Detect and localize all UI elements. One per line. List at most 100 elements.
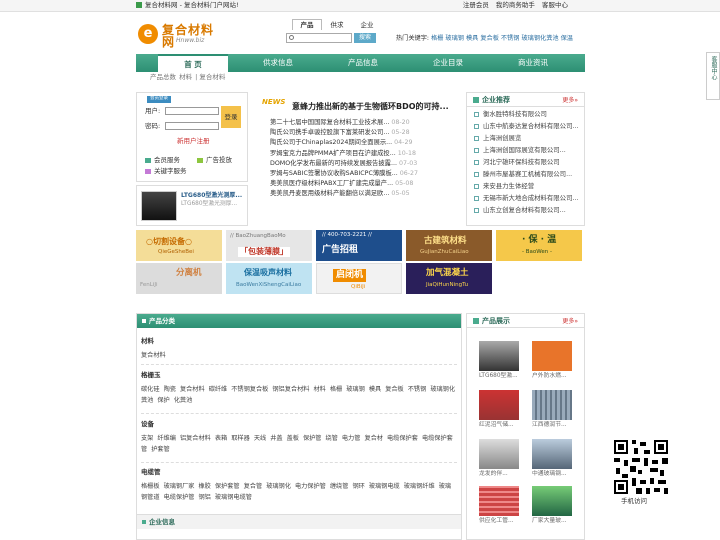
news-item[interactable]: 奥美凯丹麦医用级材料产能翻倍以满足欧... 05-05 (270, 191, 460, 201)
ad-banner-packaging[interactable]: // BaoZhuangBaoMo 「包装薄膜」 (226, 230, 312, 261)
register-link[interactable]: 注册会员 (463, 1, 489, 9)
member-service-link[interactable]: 会员服务 (145, 157, 180, 164)
nav-products[interactable]: 产品信息 (328, 54, 398, 72)
category-link[interactable]: 化粪池 (174, 397, 193, 404)
category-group-title[interactable]: 格栅玉 (141, 372, 457, 379)
site-home-link[interactable]: 复合材料网 - 复合材料门户网站! (136, 2, 239, 9)
category-link[interactable]: 钢铝复合材料 (272, 386, 309, 393)
hot-keyword[interactable]: 模具 (466, 35, 478, 42)
category-link[interactable]: 电缆保护管 (164, 494, 195, 501)
products-more-link[interactable]: 更多» (562, 319, 578, 325)
category-link[interactable]: 格栅 (330, 386, 342, 393)
category-group-title[interactable]: 设备 (141, 421, 457, 428)
product-card[interactable]: 中通玻璃钢... (532, 439, 576, 478)
ad-banner-insulation[interactable]: · 保 · 温- BaoWen - (496, 230, 582, 261)
promo-box[interactable]: LTG680型激光测厚... LTG680型激光测厚... (136, 185, 248, 226)
ad-service-link[interactable]: 广告投放 (197, 157, 232, 164)
customer-service-float[interactable]: 客服中心 (706, 52, 720, 100)
category-link[interactable]: 复合材料 (141, 352, 166, 359)
product-card[interactable]: 江西德润节... (532, 390, 576, 429)
category-link[interactable]: 碳化硅 (141, 386, 160, 393)
product-card[interactable]: 户外防水燃... (532, 341, 576, 380)
password-field[interactable] (165, 122, 219, 130)
nav-home[interactable]: 首 页 (158, 54, 228, 72)
ad-banner-sound-insulation[interactable]: 保温吸声材料 BaoWenXiShengCaiLiao (226, 263, 312, 294)
hot-keyword[interactable]: 玻璃钢化粪池 (521, 35, 558, 42)
breadcrumb-item[interactable]: 复合材料 (199, 73, 225, 81)
hot-keyword[interactable]: 格栅 (431, 35, 443, 42)
customer-service-link[interactable]: 客服中心 (542, 1, 568, 9)
category-link[interactable]: 电力管 (342, 435, 361, 442)
category-link[interactable]: 模具 (369, 386, 381, 393)
category-link[interactable]: 绕管 (326, 435, 338, 442)
tab-product[interactable]: 产品 (292, 19, 322, 30)
ad-banner-ancient-building[interactable]: 古建筑材料 GuJianZhuCaiLiao (406, 230, 492, 261)
category-link[interactable]: 支架 (141, 435, 153, 442)
nav-companies[interactable]: 企业目录 (413, 54, 483, 72)
category-link[interactable]: 取样器 (231, 435, 250, 442)
recommend-more-link[interactable]: 更多» (562, 98, 578, 104)
ad-banner-rent[interactable]: // 400-703-2221 //广告招租 (316, 230, 402, 261)
category-link[interactable]: 保护 (157, 397, 169, 404)
category-link[interactable]: 缠绕管 (330, 483, 349, 490)
hot-keyword[interactable]: 不锈钢 (501, 35, 520, 42)
category-group-title[interactable]: 材料 (141, 338, 457, 345)
category-link[interactable]: 橡胶 (199, 483, 211, 490)
category-link[interactable]: 玻璃钢化 (266, 483, 291, 490)
login-button[interactable]: 登录 (221, 106, 241, 128)
product-card[interactable]: LTG680型激... (479, 341, 523, 380)
ad-banner-separator[interactable]: 分离机 FenLiJi (136, 263, 222, 294)
category-group-title[interactable]: 电缆管 (141, 469, 457, 476)
category-link[interactable]: 陶瓷 (164, 386, 176, 393)
category-link[interactable]: 井盖 (270, 435, 282, 442)
company-item[interactable]: 山东立创复合材料有限公司... (467, 207, 584, 219)
category-link[interactable]: 材料 (314, 386, 326, 393)
category-link[interactable]: 不锈钢复合板 (231, 386, 268, 393)
search-button[interactable]: 搜索 (354, 33, 376, 43)
category-link[interactable]: 保护管 (303, 435, 322, 442)
breadcrumb-item[interactable]: 材料 (179, 73, 192, 81)
category-link[interactable]: 表箱 (215, 435, 227, 442)
category-link[interactable]: 复合材料 (180, 386, 205, 393)
product-card[interactable]: 厂家大量玻... (532, 486, 576, 525)
category-link[interactable]: 不锈钢 (408, 386, 427, 393)
category-link[interactable]: 护套管 (151, 446, 170, 453)
site-logo[interactable]: e 复合材料网 Hnww.biz (136, 22, 226, 48)
business-assistant-link[interactable]: 我的商务助手 (496, 1, 535, 9)
ad-banner-aerated-concrete[interactable]: 加气混凝土 JiaQiHunNingTu (406, 263, 492, 294)
category-link[interactable]: 复合管 (244, 483, 263, 490)
ad-banner-hoist[interactable]: 启闭机 QiBiJi (316, 263, 402, 294)
category-link[interactable]: 钢铝 (199, 494, 211, 501)
category-link[interactable]: 天线 (254, 435, 266, 442)
category-link[interactable]: 玻璃钢 (346, 386, 365, 393)
product-card[interactable]: 红泥沼气储... (479, 390, 523, 429)
register-link[interactable]: 新用户注册 (177, 138, 210, 145)
category-link[interactable]: 盖板 (287, 435, 299, 442)
username-field[interactable] (165, 107, 219, 115)
category-link[interactable]: 玻璃钢厂家 (164, 483, 195, 490)
tab-supply[interactable]: 供求 (322, 20, 352, 31)
hot-keyword[interactable]: 保温 (561, 35, 573, 42)
category-link[interactable]: 复合材 (364, 435, 383, 442)
tab-company[interactable]: 企业 (352, 20, 382, 31)
nav-news[interactable]: 商业资讯 (498, 54, 568, 72)
category-link[interactable]: 铝复合材料 (180, 435, 211, 442)
category-link[interactable]: 电力保护管 (295, 483, 326, 490)
category-link[interactable]: 电缆保护套 (387, 435, 418, 442)
category-link[interactable]: 格栅板 (141, 483, 160, 490)
category-link[interactable]: 复合板 (385, 386, 404, 393)
keyword-service-link[interactable]: 关键字服务 (145, 168, 187, 175)
search-input[interactable] (286, 33, 352, 43)
product-card[interactable]: 供应化工管... (479, 486, 523, 525)
category-link[interactable]: 玻璃钢纤维 (404, 483, 435, 490)
category-link[interactable]: 保护套管 (215, 483, 240, 490)
category-link[interactable]: 玻璃钢电缆 (369, 483, 400, 490)
product-card[interactable]: 龙发的伴... (479, 439, 523, 478)
category-link[interactable]: 钢环 (352, 483, 364, 490)
news-headline[interactable]: 意蜂力推出新的基于生物循环BDO的可持... (292, 103, 449, 111)
category-link[interactable]: 碳纤维 (209, 386, 228, 393)
ad-banner-cutting[interactable]: ○切割设备○ QieGeSheBei (136, 230, 222, 261)
category-link[interactable]: 玻璃钢电缆管 (215, 494, 252, 501)
hot-keyword[interactable]: 玻璃钢 (445, 35, 464, 42)
category-link[interactable]: 纤维编 (157, 435, 176, 442)
